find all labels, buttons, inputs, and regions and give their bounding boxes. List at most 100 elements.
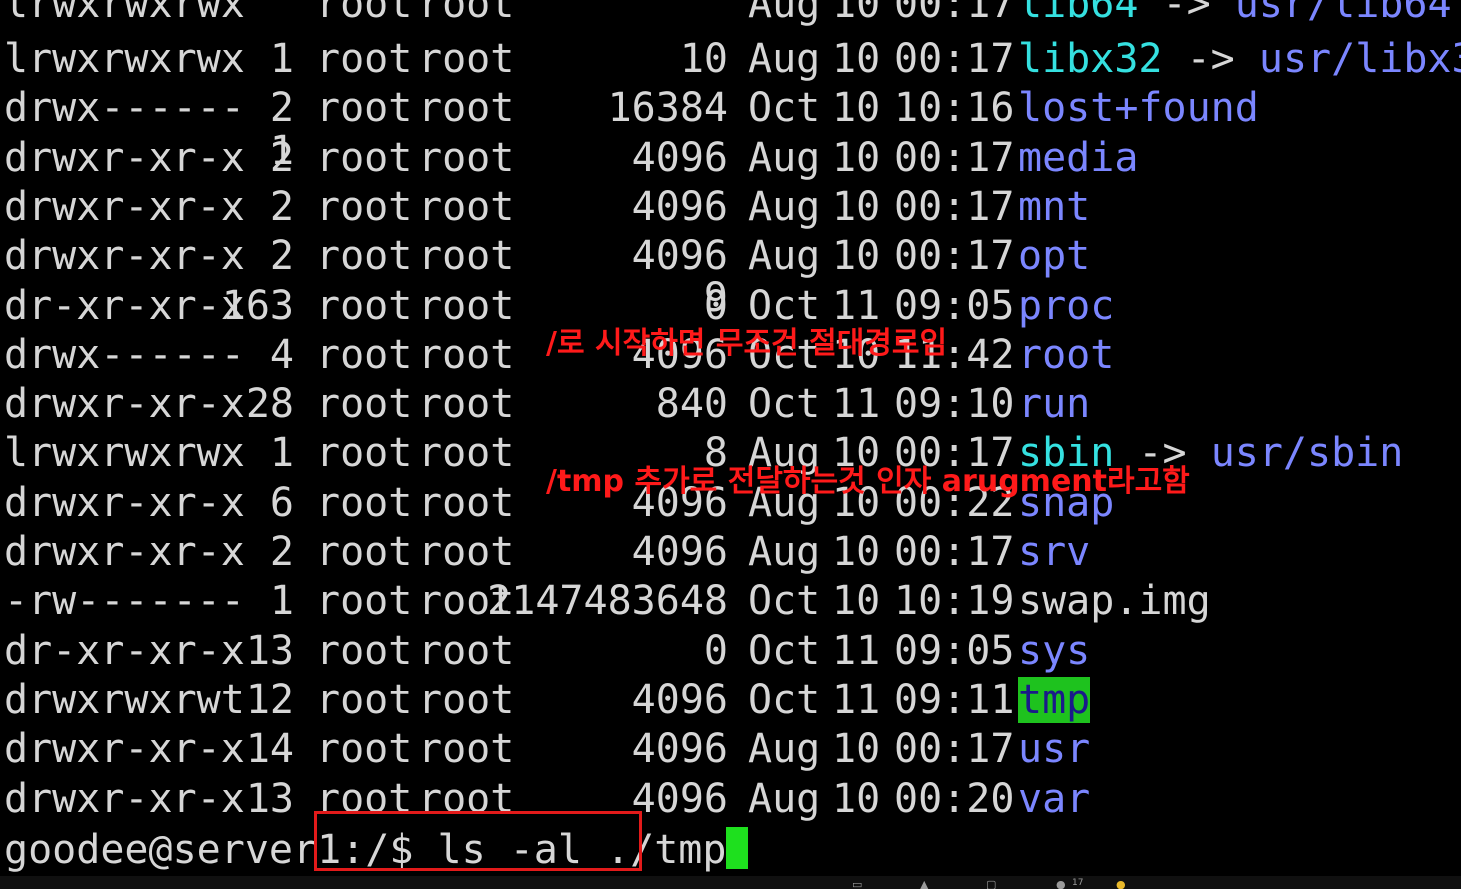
owner: root bbox=[316, 627, 413, 674]
listing-row: drwx------ 2 root root 16384 Oct 10 10:16 lost+f… bbox=[0, 84, 1461, 133]
owner: root bbox=[316, 331, 413, 378]
size: 4096 bbox=[631, 676, 728, 723]
upload-icon[interactable]: ▲ bbox=[920, 878, 928, 889]
notification-badge: 17 bbox=[1072, 878, 1084, 888]
group: root bbox=[418, 627, 515, 674]
group: root bbox=[418, 430, 515, 477]
month: Aug bbox=[748, 233, 821, 280]
owner: root bbox=[316, 676, 413, 723]
entry-name: run bbox=[1018, 380, 1090, 429]
entry-name: lib64 -> usr/lib64 bbox=[1018, 0, 1452, 29]
links: 13 bbox=[245, 775, 294, 822]
entry-name-text: sys bbox=[1018, 627, 1091, 674]
listing-row: dr-xr-xr-x 13 root root 0 Oct 11 09:05 sys bbox=[0, 627, 1461, 676]
video-icon[interactable]: ▭ bbox=[852, 878, 862, 889]
day: 10 bbox=[832, 529, 881, 575]
entry-name-text: media bbox=[1018, 134, 1139, 181]
month: Oct bbox=[748, 85, 821, 132]
month: Aug bbox=[748, 183, 821, 230]
links: 13 bbox=[245, 627, 294, 674]
day: 10 bbox=[832, 134, 881, 181]
perms: drwxr-xr-x bbox=[4, 529, 245, 575]
perms: lrwxrwxrwx bbox=[4, 0, 245, 27]
size: 0 bbox=[703, 627, 728, 674]
owner: root bbox=[316, 726, 413, 773]
time: 09:05 bbox=[894, 627, 1015, 674]
text-cursor bbox=[726, 827, 749, 869]
symlink-target: usr/sbin bbox=[1210, 430, 1404, 477]
entry-name-text: lost+found bbox=[1018, 85, 1259, 132]
listing-row: lrwxrwxrwx 1 root root 10 Aug 10 00:17 libx32 ->… bbox=[0, 35, 1461, 84]
perms: dr-xr-xr-x bbox=[4, 627, 245, 674]
owner: root bbox=[316, 233, 413, 280]
taskbar[interactable]: ▭ ▲ ▢ ● 17 ● bbox=[0, 876, 1461, 889]
entry-name-text: mnt bbox=[1018, 183, 1091, 230]
entry-name-text: lib64 bbox=[1018, 0, 1139, 27]
perms: drwxr-xr-x bbox=[4, 233, 245, 280]
annotation-argument: /tmp 추가로 전달하는것 인자 arugment라고함 bbox=[546, 464, 1190, 499]
day: 10 bbox=[832, 36, 881, 82]
perms: drwx------ bbox=[4, 85, 245, 132]
entry-name: usr bbox=[1018, 725, 1090, 774]
group: root bbox=[418, 233, 515, 280]
links: 1 bbox=[269, 430, 294, 477]
links: 2 bbox=[269, 529, 294, 575]
month: Oct bbox=[748, 676, 821, 723]
entry-name: proc bbox=[1018, 282, 1114, 331]
month: Aug bbox=[748, 726, 821, 773]
day: 10 bbox=[832, 578, 881, 625]
time: 00:17 bbox=[894, 0, 1015, 27]
listing-row: drwxr-xr-x 13 root root 4096 Aug 10 00:20 var bbox=[0, 775, 1461, 824]
perms: drwxr-xr-x bbox=[4, 134, 245, 181]
time: 10:16 bbox=[894, 85, 1015, 132]
perms: drwxr-xr-x bbox=[4, 479, 245, 526]
links: 28 bbox=[245, 381, 294, 428]
entry-name-text: tmp bbox=[1018, 676, 1091, 723]
month: Aug bbox=[748, 36, 821, 82]
group: root bbox=[418, 726, 515, 773]
time: 00:17 bbox=[894, 529, 1015, 575]
group: root bbox=[418, 331, 515, 378]
entry-name-text: run bbox=[1018, 381, 1091, 428]
time: 09:10 bbox=[894, 381, 1015, 428]
links: 12 bbox=[245, 676, 294, 723]
month: Oct bbox=[748, 381, 821, 428]
group: root bbox=[418, 529, 515, 575]
month: Oct bbox=[748, 578, 821, 625]
chat-icon[interactable]: ▢ bbox=[986, 878, 996, 889]
links: 14 bbox=[245, 726, 294, 773]
owner: root bbox=[316, 183, 413, 230]
month: Aug bbox=[748, 0, 821, 27]
links: 1 bbox=[269, 36, 294, 82]
day: 11 bbox=[832, 676, 881, 723]
perms: dr-xr-xr-x bbox=[4, 282, 245, 329]
size: 840 bbox=[655, 381, 728, 428]
size: 4096 bbox=[631, 726, 728, 773]
entry-name-text: root bbox=[1018, 331, 1115, 378]
symlink-target: usr/libx32 bbox=[1258, 36, 1461, 82]
entry-name: srv bbox=[1018, 528, 1090, 577]
owner: root bbox=[316, 479, 413, 526]
terminal-window[interactable]: lrwxrwxrwx 1 root root 9 Aug 10 00:17 li… bbox=[0, 0, 1461, 889]
entry-name-text: usr bbox=[1018, 726, 1091, 773]
notification-icon[interactable]: ● bbox=[1056, 878, 1066, 889]
group: root bbox=[418, 479, 515, 526]
entry-name: opt bbox=[1018, 232, 1090, 281]
entry-name: swap.img bbox=[1018, 577, 1211, 626]
time: 10:19 bbox=[894, 578, 1015, 625]
day: 10 bbox=[832, 726, 881, 773]
listing-row-partial: lrwxrwxrwx 1 root root 9 Aug 10 00:17 li… bbox=[0, 0, 1461, 321]
perms: lrwxrwxrwx bbox=[4, 430, 245, 477]
entry-name: sys bbox=[1018, 627, 1090, 676]
owner: root bbox=[316, 282, 413, 329]
listing-row: drwxr-xr-x 14 root root 4096 Aug 10 00:17 usr bbox=[0, 725, 1461, 774]
day: 11 bbox=[832, 627, 881, 674]
perms: drwxr-xr-x bbox=[4, 183, 245, 230]
entry-name: lost+found bbox=[1018, 84, 1259, 133]
owner: root bbox=[316, 578, 413, 625]
emoji-icon[interactable]: ● bbox=[1116, 878, 1126, 889]
listing-row: drwxr-xr-x 2 root root 4096 Aug 10 00:17 media bbox=[0, 134, 1461, 183]
group: root bbox=[418, 183, 515, 230]
listing-row: drwxr-xr-x 2 root root 4096 Aug 10 00:17 mnt bbox=[0, 183, 1461, 232]
links: 2 bbox=[269, 85, 294, 132]
